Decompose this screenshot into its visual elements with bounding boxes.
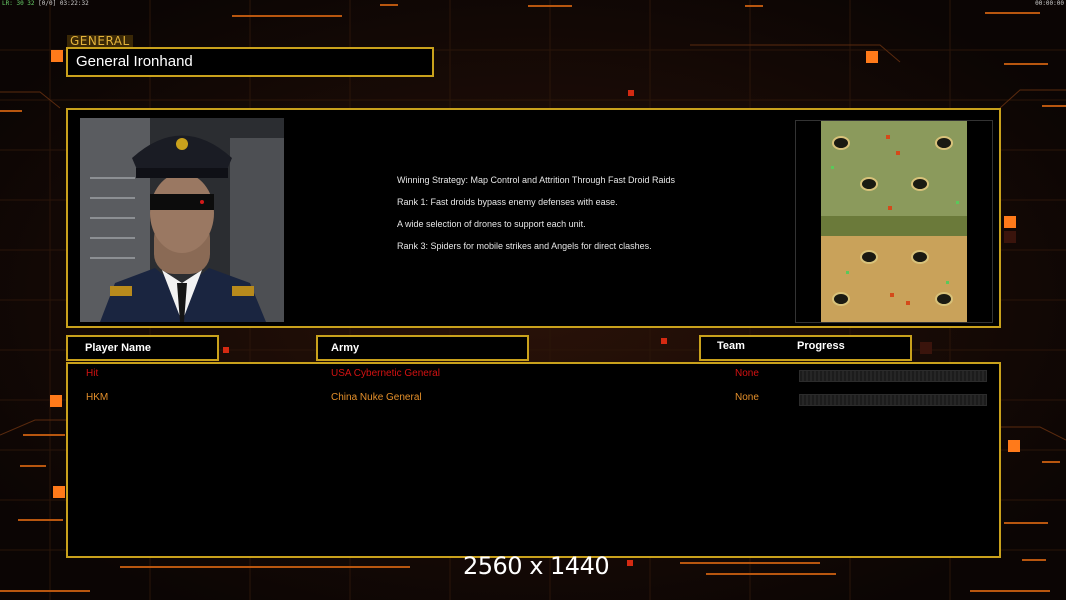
player-row: Hit USA Cybernetic General None — [68, 367, 999, 382]
players-list: Hit USA Cybernetic General None HKM Chin… — [66, 362, 1001, 558]
player-progress-bar — [799, 370, 987, 382]
player-team: None — [735, 392, 759, 403]
strategy-line: Rank 1: Fast droids bypass enemy defense… — [397, 197, 618, 207]
strategy-line: Rank 3: Spiders for mobile strikes and A… — [397, 241, 652, 251]
game-timer: 00:00:00 — [1035, 0, 1064, 7]
player-row: HKM China Nuke General None — [68, 391, 999, 406]
strategy-line: A wide selection of drones to support ea… — [397, 219, 586, 229]
column-header-team-progress: Team Progress — [699, 335, 912, 361]
map-preview-icon — [795, 120, 993, 323]
general-info-panel: Winning Strategy: Map Control and Attrit… — [66, 108, 1001, 328]
player-name: Hit — [86, 368, 99, 379]
column-header-team: Team — [717, 340, 745, 352]
general-portrait-icon — [80, 118, 284, 322]
player-team: None — [735, 368, 759, 379]
player-name: HKM — [86, 392, 109, 403]
column-header-army: Army — [316, 335, 529, 361]
fps-extra: [0/0] — [38, 0, 57, 7]
column-header-progress: Progress — [797, 340, 845, 352]
clock: 03:22:32 — [59, 0, 89, 7]
player-army: China Nuke General — [331, 392, 422, 403]
resolution-label: 2560 x 1440 — [463, 552, 610, 580]
fps-label: LR: — [2, 0, 13, 7]
strategy-description: Winning Strategy: Map Control and Attrit… — [397, 175, 697, 263]
strategy-line: Winning Strategy: Map Control and Attrit… — [397, 175, 675, 185]
fps-values: 30 32 — [16, 0, 35, 7]
player-progress-bar — [799, 394, 987, 406]
column-header-player-name: Player Name — [66, 335, 219, 361]
player-army: USA Cybernetic General — [331, 368, 440, 379]
general-name: General Ironhand — [66, 47, 434, 77]
fps-counter: LR: 30 32 [0/0] 03:22:32 — [2, 0, 89, 7]
